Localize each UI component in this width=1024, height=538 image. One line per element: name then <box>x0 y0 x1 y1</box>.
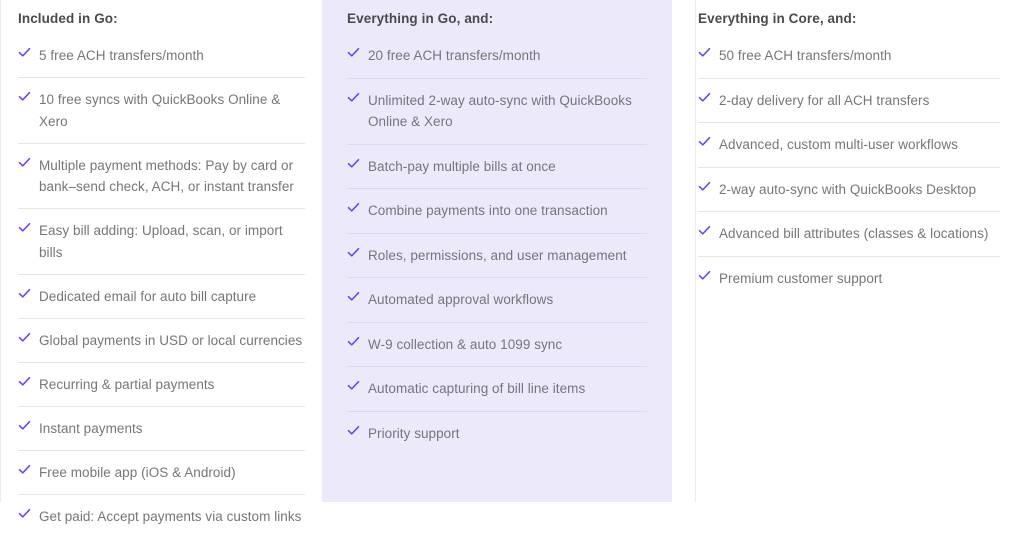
feature-item: Multiple payment methods: Pay by card or… <box>18 144 305 209</box>
feature-item: Dedicated email for auto bill capture <box>18 275 305 319</box>
feature-label: 20 free ACH transfers/month <box>368 48 541 63</box>
check-icon <box>698 91 711 109</box>
check-icon <box>18 419 31 437</box>
check-icon <box>18 46 31 64</box>
check-icon <box>347 379 360 397</box>
feature-item: Global payments in USD or local currenci… <box>18 319 305 363</box>
feature-label: Unlimited 2-way auto-sync with QuickBook… <box>368 92 632 130</box>
feature-list-premium: 50 free ACH transfers/month 2-day deliver… <box>698 28 1000 300</box>
check-icon <box>347 335 360 353</box>
feature-label: Advanced, custom multi-user workflows <box>719 137 958 152</box>
check-icon <box>18 287 31 305</box>
feature-label: Get paid: Accept payments via custom lin… <box>39 508 302 524</box>
feature-list-go: 5 free ACH transfers/month 10 free syncs … <box>18 28 305 538</box>
feature-label: Batch-pay multiple bills at once <box>368 158 556 174</box>
feature-label: W-9 collection & auto 1099 sync <box>368 336 563 352</box>
check-icon <box>18 507 31 525</box>
feature-item: Priority support <box>347 412 647 456</box>
feature-item: 10 free syncs with QuickBooks Online & X… <box>18 78 305 144</box>
feature-label: 10 free syncs with QuickBooks Online & X… <box>39 92 281 129</box>
feature-label: 2-way auto-sync with QuickBooks Desktop <box>719 181 977 197</box>
check-icon <box>698 269 711 287</box>
feature-label: Free mobile app (iOS & Android) <box>39 464 236 480</box>
feature-item: Batch-pay multiple bills at once <box>347 145 647 189</box>
feature-item: 2-way auto-sync with QuickBooks Desktop <box>698 168 1000 212</box>
check-icon <box>18 375 31 393</box>
check-icon <box>698 180 711 198</box>
feature-item: Instant payments <box>18 407 305 451</box>
feature-item: Get paid: Accept payments via custom lin… <box>18 495 305 538</box>
feature-item: 5 free ACH transfers/month <box>18 34 305 78</box>
check-icon <box>347 424 360 442</box>
check-icon <box>698 224 711 242</box>
check-icon <box>18 331 31 349</box>
feature-label: 2-day delivery for all ACH transfers <box>719 92 930 108</box>
feature-label: Priority support <box>368 425 460 441</box>
feature-item: 2-day delivery for all ACH transfers <box>698 79 1000 123</box>
feature-item: Advanced, custom multi-user workflows <box>698 123 1000 168</box>
feature-list-core: 20 free ACH transfers/month Unlimited 2-w… <box>347 28 647 455</box>
feature-label: Recurring & partial payments <box>39 376 215 392</box>
check-icon <box>698 135 711 153</box>
feature-item: Easy bill adding: Upload, scan, or impor… <box>18 209 305 275</box>
feature-label: Automatic capturing of bill line items <box>368 381 586 396</box>
check-icon <box>347 246 360 264</box>
feature-label: Multiple payment methods: Pay by card or… <box>39 157 294 195</box>
feature-label: Advanced bill attributes (classes & loca… <box>719 226 989 241</box>
plan-column-heading: Everything in Core, and: <box>698 11 857 26</box>
check-icon <box>347 157 360 175</box>
feature-label: Dedicated email for auto bill capture <box>39 288 257 304</box>
feature-label: 50 free ACH transfers/month <box>719 48 892 63</box>
check-icon <box>18 463 31 481</box>
feature-item: Premium customer support <box>698 257 1000 301</box>
feature-label: Roles, permissions, and user management <box>368 247 627 263</box>
check-icon <box>18 221 31 239</box>
feature-item: 20 free ACH transfers/month <box>347 34 647 79</box>
check-icon <box>347 91 360 109</box>
plan-column-heading: Everything in Go, and: <box>347 11 494 26</box>
feature-item: Unlimited 2-way auto-sync with QuickBook… <box>347 79 647 145</box>
feature-item: W-9 collection & auto 1099 sync <box>347 323 647 367</box>
check-icon <box>347 201 360 219</box>
plan-column-core: Everything in Go, and: 20 free ACH trans… <box>322 0 672 502</box>
feature-item: Roles, permissions, and user management <box>347 234 647 278</box>
check-icon <box>698 46 711 64</box>
feature-item: Advanced bill attributes (classes & loca… <box>698 212 1000 257</box>
feature-label: Easy bill adding: Upload, scan, or impor… <box>39 223 283 260</box>
feature-label: Combine payments into one transaction <box>368 203 608 218</box>
plan-column-heading: Included in Go: <box>18 11 118 26</box>
feature-item: Automated approval workflows <box>347 278 647 323</box>
feature-label: Automated approval workflows <box>368 292 554 307</box>
feature-item: 50 free ACH transfers/month <box>698 34 1000 79</box>
feature-item: Recurring & partial payments <box>18 363 305 407</box>
plan-comparison-columns: Included in Go: 5 free ACH transfers/mon… <box>0 0 1024 524</box>
feature-item: Combine payments into one transaction <box>347 189 647 234</box>
check-icon <box>18 90 31 108</box>
feature-label: Premium customer support <box>719 270 883 286</box>
feature-label: Instant payments <box>39 420 143 436</box>
feature-item: Automatic capturing of bill line items <box>347 367 647 412</box>
feature-item: Free mobile app (iOS & Android) <box>18 451 305 495</box>
plan-column-premium: Everything in Core, and: 50 free ACH tra… <box>672 0 1024 502</box>
check-icon <box>18 156 31 174</box>
check-icon <box>347 46 360 64</box>
feature-label: 5 free ACH transfers/month <box>39 48 204 63</box>
plan-column-go: Included in Go: 5 free ACH transfers/mon… <box>0 0 322 524</box>
feature-label: Global payments in USD or local currenci… <box>39 332 303 348</box>
check-icon <box>347 290 360 308</box>
